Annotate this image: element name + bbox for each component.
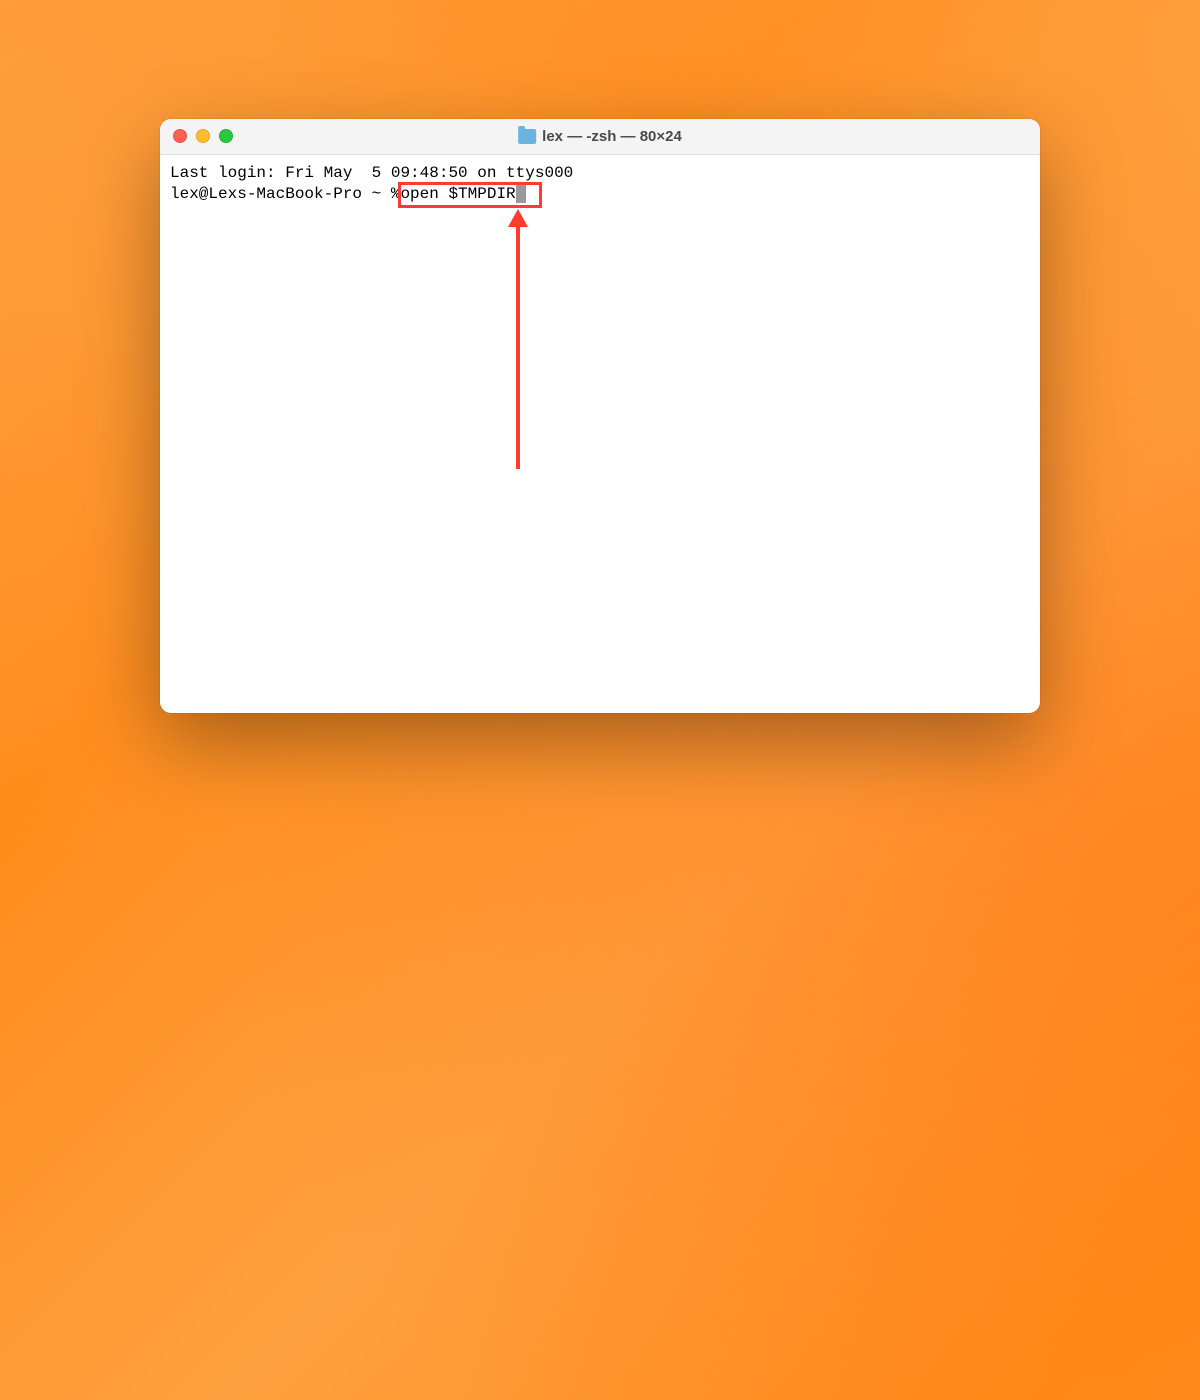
typed-command[interactable]: open $TMPDIR [400, 185, 515, 203]
command-highlight: open $TMPDIR [400, 184, 525, 206]
shell-prompt: lex@Lexs-MacBook-Pro ~ % [170, 184, 400, 206]
folder-icon [518, 129, 536, 144]
annotation-arrow [503, 209, 533, 469]
last-login-line: Last login: Fri May 5 09:48:50 on ttys00… [170, 163, 1030, 185]
prompt-line: lex@Lexs-MacBook-Pro ~ % open $TMPDIR [170, 184, 1030, 206]
maximize-button[interactable] [219, 129, 233, 143]
arrow-up-icon [503, 209, 533, 469]
minimize-button[interactable] [196, 129, 210, 143]
terminal-body[interactable]: Last login: Fri May 5 09:48:50 on ttys00… [160, 155, 1040, 713]
cursor [516, 184, 526, 203]
close-button[interactable] [173, 129, 187, 143]
window-title-text: lex — -zsh — 80×24 [542, 128, 682, 145]
window-title: lex — -zsh — 80×24 [518, 128, 682, 145]
terminal-window: lex — -zsh — 80×24 Last login: Fri May 5… [160, 119, 1040, 713]
titlebar[interactable]: lex — -zsh — 80×24 [160, 119, 1040, 155]
traffic-lights [173, 129, 233, 143]
